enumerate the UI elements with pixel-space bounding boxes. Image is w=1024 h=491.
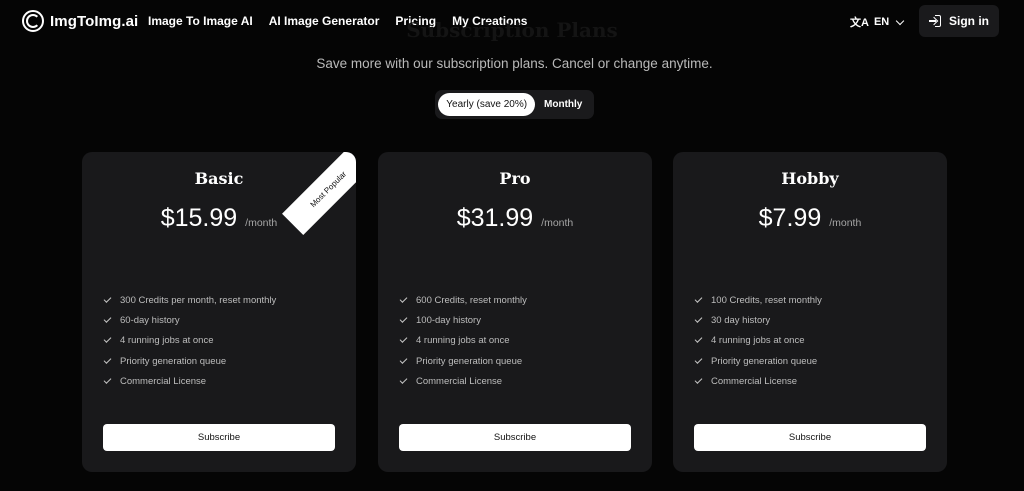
feature-item: Priority generation queue [399, 351, 527, 371]
plan-card-pro: Pro $31.99 /month 600 Credits, reset mon… [378, 152, 652, 472]
plan-card-basic: Most Popular Basic $15.99 /month 300 Cre… [82, 152, 356, 472]
plan-card-hobby: Hobby $7.99 /month 100 Credits, reset mo… [673, 152, 947, 472]
check-icon [399, 315, 408, 323]
check-icon [399, 294, 408, 303]
check-icon [694, 355, 703, 364]
feature-item: 100-day history [399, 310, 527, 330]
price-row: $31.99 /month [378, 204, 652, 233]
feature-item: Commercial License [694, 371, 822, 391]
plan-name: Pro [499, 169, 531, 188]
plan-name: Basic [194, 169, 244, 188]
plan-price: $31.99 [456, 204, 534, 232]
check-icon [694, 315, 703, 323]
check-icon [694, 294, 703, 303]
feature-item: Priority generation queue [103, 351, 276, 371]
check-icon [103, 335, 112, 344]
subscribe-button-hobby[interactable]: Subscribe [694, 424, 926, 451]
check-icon [103, 315, 112, 323]
check-icon [399, 375, 408, 384]
price-row: $7.99 /month [673, 204, 947, 233]
subscribe-button-basic[interactable]: Subscribe [103, 424, 335, 451]
feature-list: 100 Credits, reset monthly 30 day histor… [694, 290, 822, 391]
feature-item: 600 Credits, reset monthly [399, 290, 527, 310]
feature-item: Commercial License [103, 371, 276, 391]
toggle-monthly[interactable]: Monthly [535, 93, 591, 116]
feature-list: 300 Credits per month, reset monthly 60-… [103, 290, 276, 391]
check-icon [399, 355, 408, 364]
check-icon [103, 294, 112, 303]
feature-item: 4 running jobs at once [103, 331, 276, 351]
page-title: Subscription Plans [406, 18, 618, 42]
plan-period: /month [541, 217, 574, 229]
feature-item: 300 Credits per month, reset monthly [103, 290, 276, 310]
subscribe-button-pro[interactable]: Subscribe [399, 424, 631, 451]
feature-item: 60-day history [103, 310, 276, 330]
plan-price: $15.99 [160, 204, 238, 232]
feature-item: 4 running jobs at once [399, 331, 527, 351]
plan-period: /month [829, 217, 862, 229]
feature-item: Commercial License [399, 371, 527, 391]
feature-item: 4 running jobs at once [694, 331, 822, 351]
feature-list: 600 Credits, reset monthly 100-day histo… [399, 290, 527, 391]
check-icon [103, 375, 112, 384]
price-row: $15.99 /month [82, 204, 356, 233]
toggle-yearly[interactable]: Yearly (save 20%) [438, 93, 536, 116]
check-icon [103, 355, 112, 364]
check-icon [694, 335, 703, 344]
feature-item: Priority generation queue [694, 351, 822, 371]
plan-period: /month [245, 217, 278, 229]
billing-period-toggle: Yearly (save 20%) Monthly [435, 90, 594, 119]
page-subtitle: Save more with our subscription plans. C… [316, 56, 713, 71]
check-icon [399, 335, 408, 344]
plan-name: Hobby [781, 169, 839, 188]
feature-item: 30 day history [694, 310, 822, 330]
plan-price: $7.99 [758, 204, 822, 232]
check-icon [694, 375, 703, 384]
feature-item: 100 Credits, reset monthly [694, 290, 822, 310]
